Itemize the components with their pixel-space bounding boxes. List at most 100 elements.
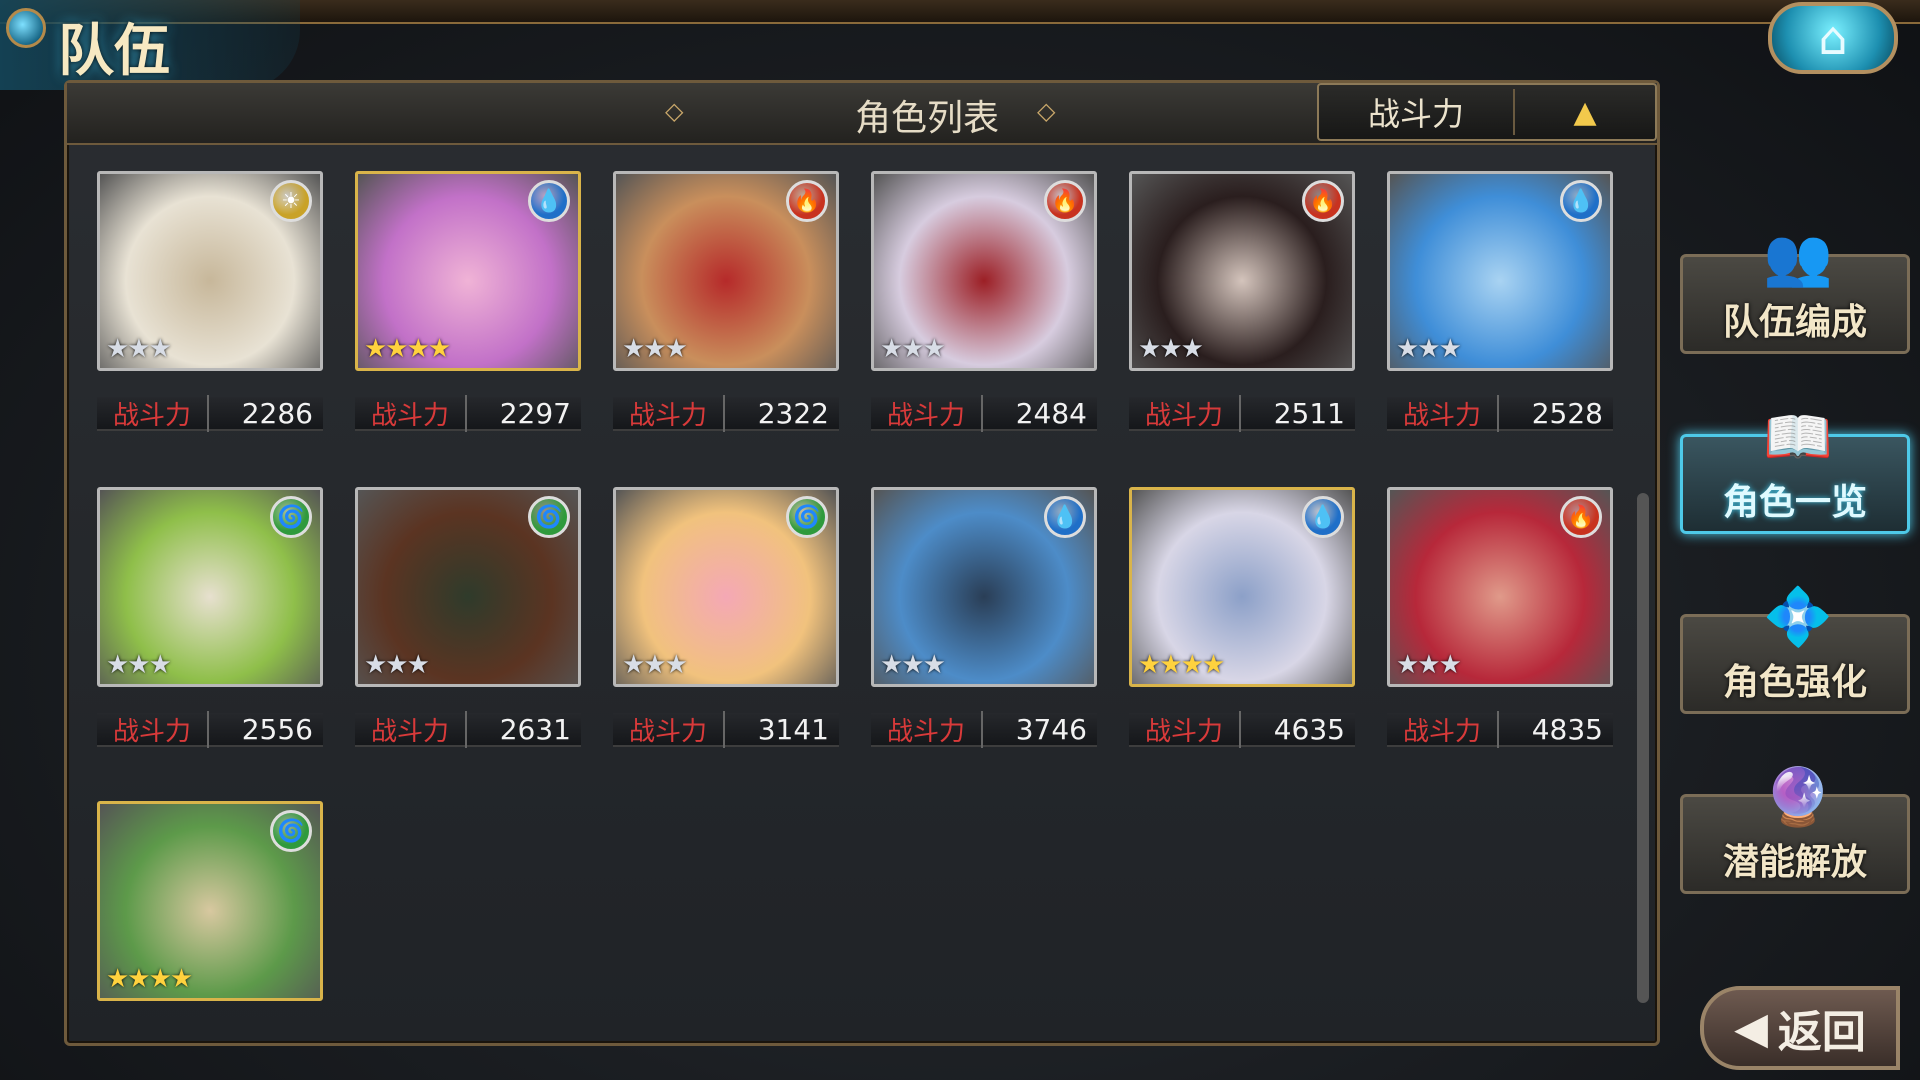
sort-order-icon[interactable]: ▲: [1515, 95, 1655, 130]
wind-element-icon: 🌀: [528, 496, 570, 538]
side-button-label: 潜能解放: [1722, 842, 1867, 883]
power-value: 2322: [757, 396, 829, 430]
rarity-stars: ★★★: [106, 650, 172, 680]
character-card[interactable]: 🌀 ★★★★: [97, 801, 323, 1001]
power-label: 战斗力: [355, 710, 467, 748]
power-row: 战斗力 3141: [613, 710, 839, 748]
character-card[interactable]: ☀ ★★★: [97, 171, 323, 371]
orb-icon: [6, 8, 46, 48]
side-button-label: 队伍编成: [1722, 302, 1867, 343]
character-card[interactable]: 🌀 ★★★: [355, 487, 581, 687]
rarity-stars: ★★★: [622, 334, 688, 364]
side-button-enhance[interactable]: 💠 角色强化: [1680, 585, 1910, 714]
power-value: 2484: [1015, 396, 1087, 430]
book-icon: 📖: [1763, 405, 1833, 470]
diamond-right-icon: ◇: [1037, 97, 1056, 125]
home-button[interactable]: ⌂: [1768, 2, 1898, 74]
rarity-stars: ★★★: [1138, 334, 1204, 364]
sort-label[interactable]: 战斗力: [1319, 89, 1515, 135]
power-row: 战斗力 2556: [97, 710, 323, 748]
power-label: 战斗力: [871, 394, 983, 432]
power-label: 战斗力: [1129, 394, 1241, 432]
power-label: 战斗力: [613, 394, 725, 432]
sun-element-icon: ☀: [270, 180, 312, 222]
rarity-stars: ★★★: [1396, 334, 1462, 364]
rarity-stars: ★★★★: [1138, 650, 1225, 680]
rarity-stars: ★★★: [1396, 650, 1462, 680]
back-label: 返回: [1777, 1007, 1866, 1058]
power-row: 战斗力 2511: [1129, 394, 1355, 432]
power-row: 战斗力 4835: [1387, 710, 1613, 748]
water-element-icon: 💧: [528, 180, 570, 222]
power-value: 3746: [1015, 712, 1087, 746]
rarity-stars: ★★★: [880, 334, 946, 364]
power-row: 战斗力 2297: [355, 394, 581, 432]
character-list-panel: ◇ 角色列表 ◇ 战斗力 ▲ ☀ ★★★ 战斗力 2286 💧 ★★★★ 战斗力 2297 🔥 ★…: [64, 80, 1660, 1046]
power-value: 2528: [1531, 396, 1603, 430]
fire-element-icon: 🔥: [1560, 496, 1602, 538]
rarity-stars: ★★★: [880, 650, 946, 680]
back-button[interactable]: ◀ 返回: [1700, 986, 1900, 1070]
power-label: 战斗力: [1387, 394, 1499, 432]
power-row: 战斗力 4635: [1129, 710, 1355, 748]
side-button-potential[interactable]: 🔮 潜能解放: [1680, 765, 1910, 894]
rarity-stars: ★★★★: [364, 334, 451, 364]
wind-element-icon: 🌀: [786, 496, 828, 538]
power-label: 战斗力: [1387, 710, 1499, 748]
power-label: 战斗力: [871, 710, 983, 748]
panel-title: 角色列表: [854, 98, 999, 139]
character-card[interactable]: 💧 ★★★: [1387, 171, 1613, 371]
power-label: 战斗力: [97, 394, 209, 432]
power-value: 2286: [241, 396, 313, 430]
power-label: 战斗力: [1129, 710, 1241, 748]
power-value: 2556: [241, 712, 313, 746]
home-icon: ⌂: [1818, 11, 1848, 65]
character-card[interactable]: 🔥 ★★★: [1129, 171, 1355, 371]
power-label: 战斗力: [613, 710, 725, 748]
character-card[interactable]: 💧 ★★★: [871, 487, 1097, 687]
power-row: 战斗力 2322: [613, 394, 839, 432]
power-label: 战斗力: [355, 394, 467, 432]
power-label: 战斗力: [97, 710, 209, 748]
power-value: 3141: [757, 712, 829, 746]
power-row: 战斗力 2631: [355, 710, 581, 748]
rarity-stars: ★★★: [106, 334, 172, 364]
character-card[interactable]: 💧 ★★★★: [355, 171, 581, 371]
side-button-team[interactable]: 👥 队伍编成: [1680, 225, 1910, 354]
character-card[interactable]: 🔥 ★★★: [1387, 487, 1613, 687]
sort-control[interactable]: 战斗力 ▲: [1317, 83, 1657, 141]
power-value: 2631: [499, 712, 571, 746]
power-row: 战斗力 2528: [1387, 394, 1613, 432]
side-button-label: 角色一览: [1722, 482, 1867, 523]
potential-icon: 🔮: [1763, 765, 1833, 830]
wind-element-icon: 🌀: [270, 810, 312, 852]
side-button-label: 角色强化: [1722, 662, 1867, 703]
rarity-stars: ★★★★: [106, 964, 193, 994]
fire-element-icon: 🔥: [1302, 180, 1344, 222]
power-row: 战斗力 2484: [871, 394, 1097, 432]
scrollbar[interactable]: [1637, 493, 1649, 1003]
title-plate: 队伍: [0, 0, 300, 90]
power-value: 2297: [499, 396, 571, 430]
rarity-stars: ★★★: [622, 650, 688, 680]
team-icon: 👥: [1763, 225, 1833, 290]
fire-element-icon: 🔥: [1044, 180, 1086, 222]
rarity-stars: ★★★: [364, 650, 430, 680]
wind-element-icon: 🌀: [270, 496, 312, 538]
diamond-left-icon: ◇: [665, 97, 684, 125]
water-element-icon: 💧: [1560, 180, 1602, 222]
power-row: 战斗力 2286: [97, 394, 323, 432]
character-card[interactable]: 🌀 ★★★: [613, 487, 839, 687]
character-card[interactable]: 🔥 ★★★: [613, 171, 839, 371]
character-card[interactable]: 🌀 ★★★: [97, 487, 323, 687]
power-row: 战斗力 3746: [871, 710, 1097, 748]
power-value: 2511: [1273, 396, 1345, 430]
panel-header: ◇ 角色列表 ◇ 战斗力 ▲: [67, 83, 1657, 145]
character-card[interactable]: 💧 ★★★★: [1129, 487, 1355, 687]
enhance-icon: 💠: [1763, 585, 1833, 650]
side-button-book[interactable]: 📖 角色一览: [1680, 405, 1910, 534]
back-arrow-icon: ◀: [1734, 1002, 1768, 1054]
power-value: 4835: [1531, 712, 1603, 746]
power-value: 4635: [1273, 712, 1345, 746]
character-card[interactable]: 🔥 ★★★: [871, 171, 1097, 371]
